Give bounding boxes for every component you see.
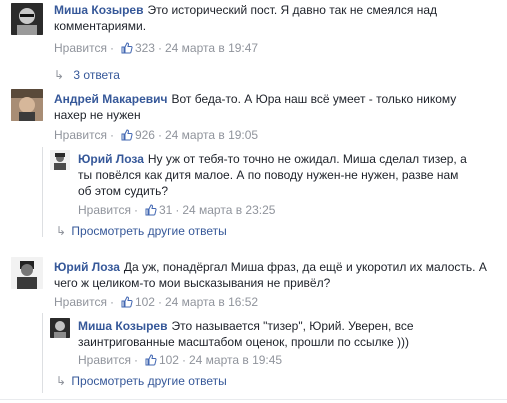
comment-text: Юрий Лоза Да уж, понадёргал Миша фраз, да…	[54, 259, 494, 291]
comment-timestamp[interactable]: 24 марта в 23:25	[182, 203, 275, 217]
like-button[interactable]: Нравится	[78, 203, 131, 217]
comment-line: об этом судить?	[78, 184, 169, 198]
view-replies-link[interactable]: ↳ 3 ответа	[54, 68, 120, 82]
comment-author[interactable]: Андрей Макаревич	[54, 92, 167, 106]
like-count[interactable]: 926	[135, 128, 155, 142]
comment-meta: Нравится · 926 · 24 марта в 19:05	[54, 128, 259, 142]
comment-meta: Нравится · 102 · 24 марта в 19:45	[78, 353, 283, 367]
reply-arrow-icon: ↳	[54, 68, 65, 82]
comment-author[interactable]: Юрий Лоза	[78, 152, 144, 166]
like-button[interactable]: Нравится	[54, 41, 107, 55]
comment-line: Вот беда-то. А Юра наш всё умеет - тольк…	[171, 92, 457, 106]
thumbs-up-icon	[121, 42, 133, 54]
avatar[interactable]	[11, 89, 43, 121]
thumbs-up-icon	[145, 204, 157, 216]
comment-text: Юрий Лоза Ну уж от тебя-то точно не ожида…	[78, 151, 498, 199]
comment-line: чего ж целиком-то мои высказывания не пр…	[54, 276, 331, 290]
thumbs-up-icon	[121, 129, 133, 141]
comment-meta: Нравится · 323 · 24 марта в 19:47	[54, 41, 259, 55]
comment-author[interactable]: Юрий Лоза	[54, 260, 120, 274]
thumbs-up-icon	[121, 296, 133, 308]
like-count[interactable]: 323	[135, 41, 155, 55]
avatar[interactable]	[11, 257, 43, 289]
view-more-replies-link[interactable]: ↳ Просмотреть другие ответы	[56, 224, 227, 238]
comment-line: нахер не нужен	[54, 108, 141, 122]
comment-meta: Нравится · 31 · 24 марта в 23:25	[78, 203, 276, 217]
comment-author[interactable]: Миша Козырев	[54, 3, 143, 17]
thread-line	[42, 147, 43, 237]
comment-timestamp[interactable]: 24 марта в 19:45	[189, 353, 282, 367]
thumbs-up-icon	[145, 354, 157, 366]
comment-line: комментариями.	[54, 19, 147, 33]
comment-text: Миша Козырев Это называется "тизер", Юрий…	[78, 318, 498, 350]
like-count[interactable]: 102	[135, 295, 155, 309]
avatar[interactable]	[11, 3, 43, 35]
like-button[interactable]: Нравится	[54, 128, 107, 142]
comment-line: Да уж, понадёргал Миша фраз, да ещё и ук…	[123, 260, 487, 274]
comment-line: Ну уж от тебя-то точно не ожидал. Миша с…	[147, 152, 467, 166]
like-button[interactable]: Нравится	[54, 295, 107, 309]
comment-line: Это исторический пост. Я давно так не см…	[147, 3, 438, 17]
comment-timestamp[interactable]: 24 марта в 19:05	[165, 128, 258, 142]
divider	[0, 399, 507, 400]
reply-arrow-icon: ↳	[56, 224, 67, 238]
comment-meta: Нравится · 102 · 24 марта в 16:52	[54, 295, 259, 309]
thread-line	[42, 313, 43, 393]
comment-line: ты повёлся как дитя малое. А по поводу н…	[78, 168, 459, 182]
avatar[interactable]	[50, 318, 70, 338]
avatar[interactable]	[50, 150, 70, 170]
reply-arrow-icon: ↳	[56, 374, 67, 388]
like-count[interactable]: 102	[159, 353, 179, 367]
comment-line: Это называется "тизер", Юрий. Уверен, вс…	[171, 319, 414, 333]
comment-timestamp[interactable]: 24 марта в 16:52	[165, 295, 258, 309]
comment-line: заинтригованные масштабом оценок, прошли…	[78, 335, 410, 349]
comment-text: Миша Козырев Это исторический пост. Я дав…	[54, 2, 494, 34]
view-more-replies-link[interactable]: ↳ Просмотреть другие ответы	[56, 374, 227, 388]
like-count[interactable]: 31	[159, 203, 172, 217]
comment-timestamp[interactable]: 24 марта в 19:47	[165, 41, 258, 55]
comment-author[interactable]: Миша Козырев	[78, 319, 167, 333]
comment-text: Андрей Макаревич Вот беда-то. А Юра наш в…	[54, 91, 494, 123]
like-button[interactable]: Нравится	[78, 353, 131, 367]
